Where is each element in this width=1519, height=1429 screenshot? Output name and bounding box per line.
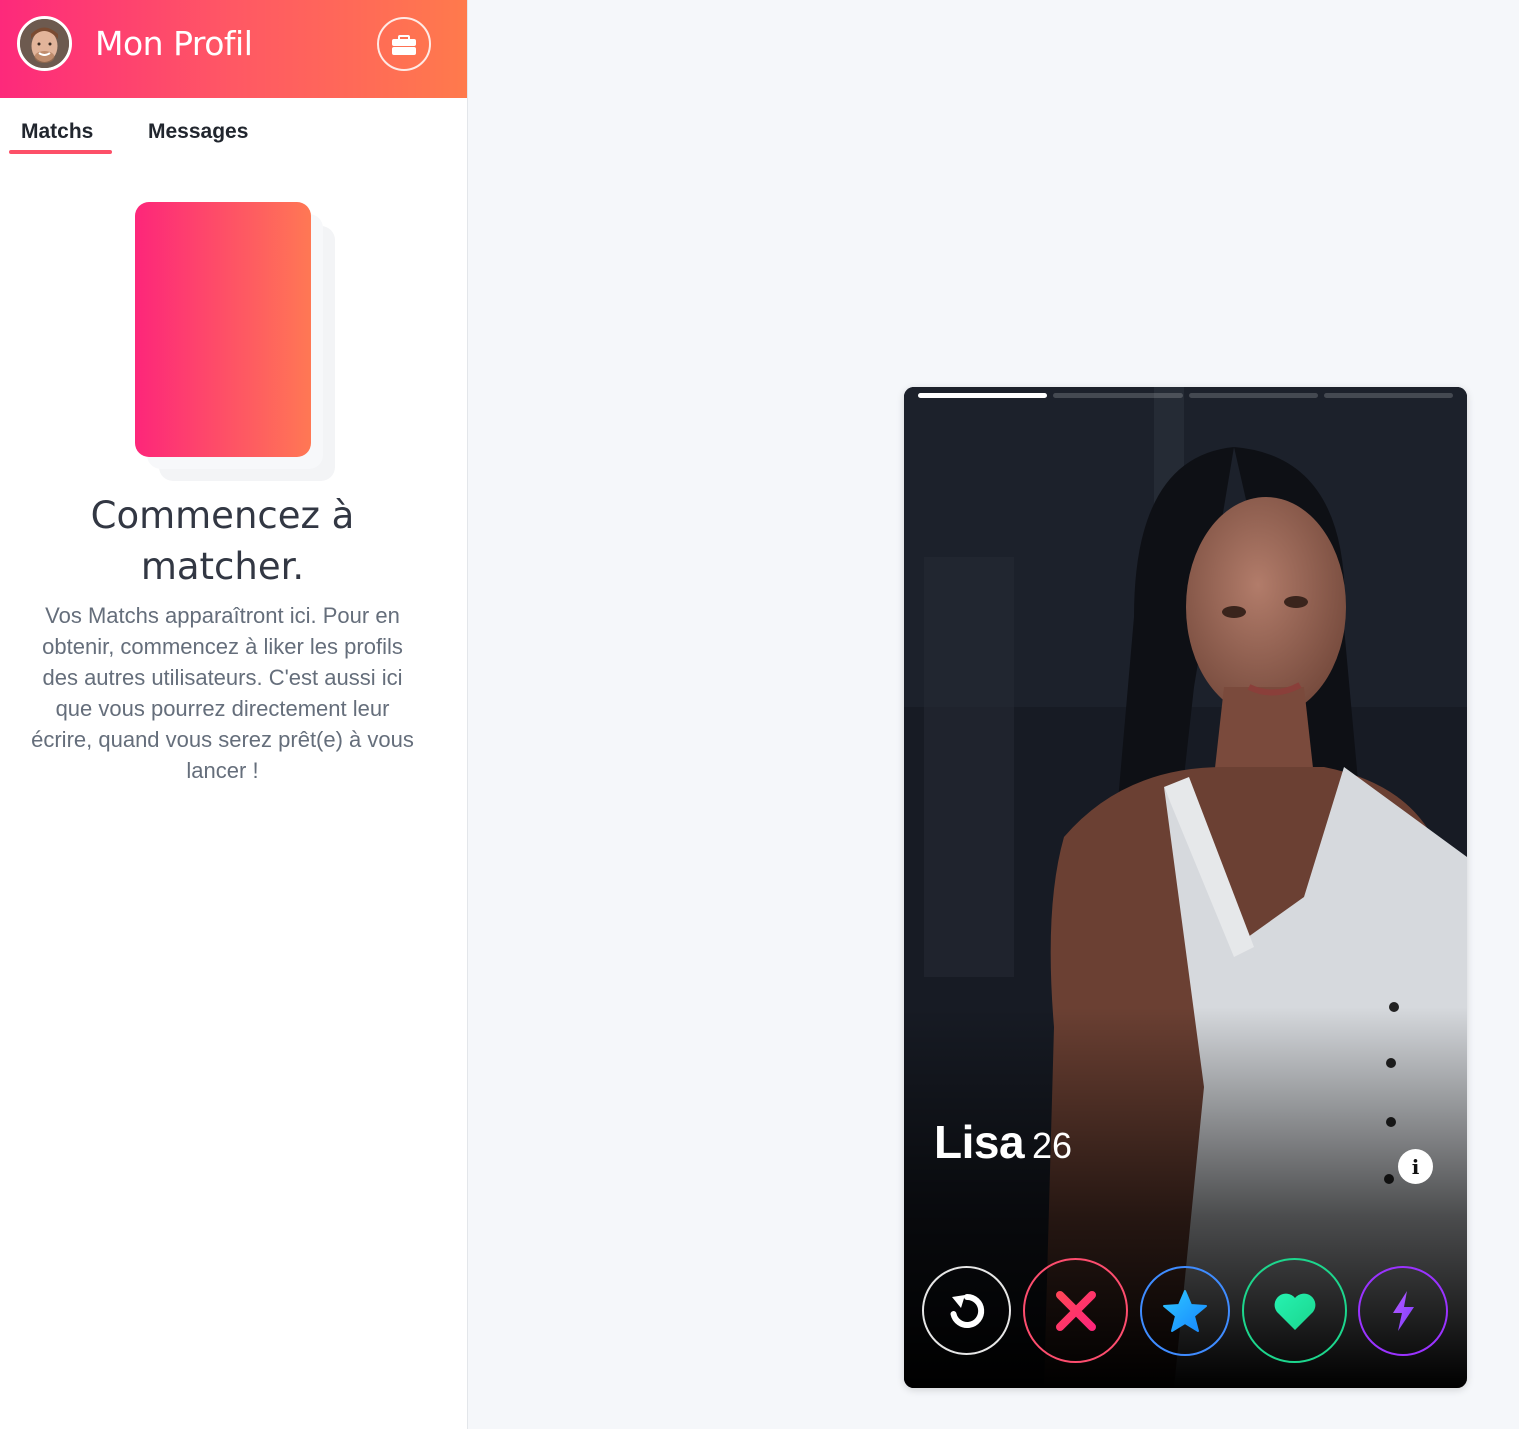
heart-icon [1274, 1293, 1315, 1330]
empty-matches-illustration [135, 202, 335, 482]
lightning-icon [1393, 1291, 1414, 1331]
app-root: Mon Profil Matchs Messages Commencez à m… [0, 0, 1519, 1429]
avatar-image [20, 19, 69, 68]
boost-button[interactable] [1358, 1266, 1448, 1356]
star-icon [1163, 1290, 1207, 1332]
briefcase-icon [392, 35, 416, 55]
profile-age: 26 [1032, 1125, 1073, 1166]
nope-button[interactable] [1023, 1258, 1128, 1363]
close-icon [1055, 1290, 1096, 1331]
illustration-card-front [135, 202, 311, 457]
tab-matchs[interactable]: Matchs [21, 120, 93, 144]
profile-title[interactable]: Mon Profil [95, 24, 253, 63]
photo-progress-segment[interactable] [1323, 393, 1453, 398]
profile-card[interactable]: Lisa 26 i [904, 387, 1467, 1388]
profile-header[interactable]: Mon Profil [0, 0, 467, 98]
photo-progress-segment[interactable] [1053, 393, 1183, 398]
active-tab-indicator [9, 150, 112, 154]
sidebar: Mon Profil Matchs Messages Commencez à m… [0, 0, 468, 1429]
photo-progress-segment[interactable] [918, 393, 1048, 398]
like-button[interactable] [1242, 1258, 1347, 1363]
rewind-button[interactable] [922, 1266, 1011, 1355]
work-mode-button[interactable] [377, 17, 431, 71]
profile-photo [904, 387, 1467, 1388]
super-like-button[interactable] [1140, 1266, 1230, 1356]
profile-name: Lisa [934, 1116, 1025, 1168]
photo-progress [918, 393, 1453, 398]
info-button[interactable]: i [1398, 1149, 1433, 1184]
avatar[interactable] [17, 16, 72, 71]
tab-messages[interactable]: Messages [148, 120, 248, 144]
tab-bar: Matchs Messages [0, 98, 467, 158]
rewind-icon [950, 1293, 984, 1328]
photo-progress-segment[interactable] [1188, 393, 1318, 398]
empty-state-text: Vos Matchs apparaîtront ici. Pour en obt… [31, 603, 414, 783]
empty-state-title: Commencez à matcher. [90, 494, 355, 588]
